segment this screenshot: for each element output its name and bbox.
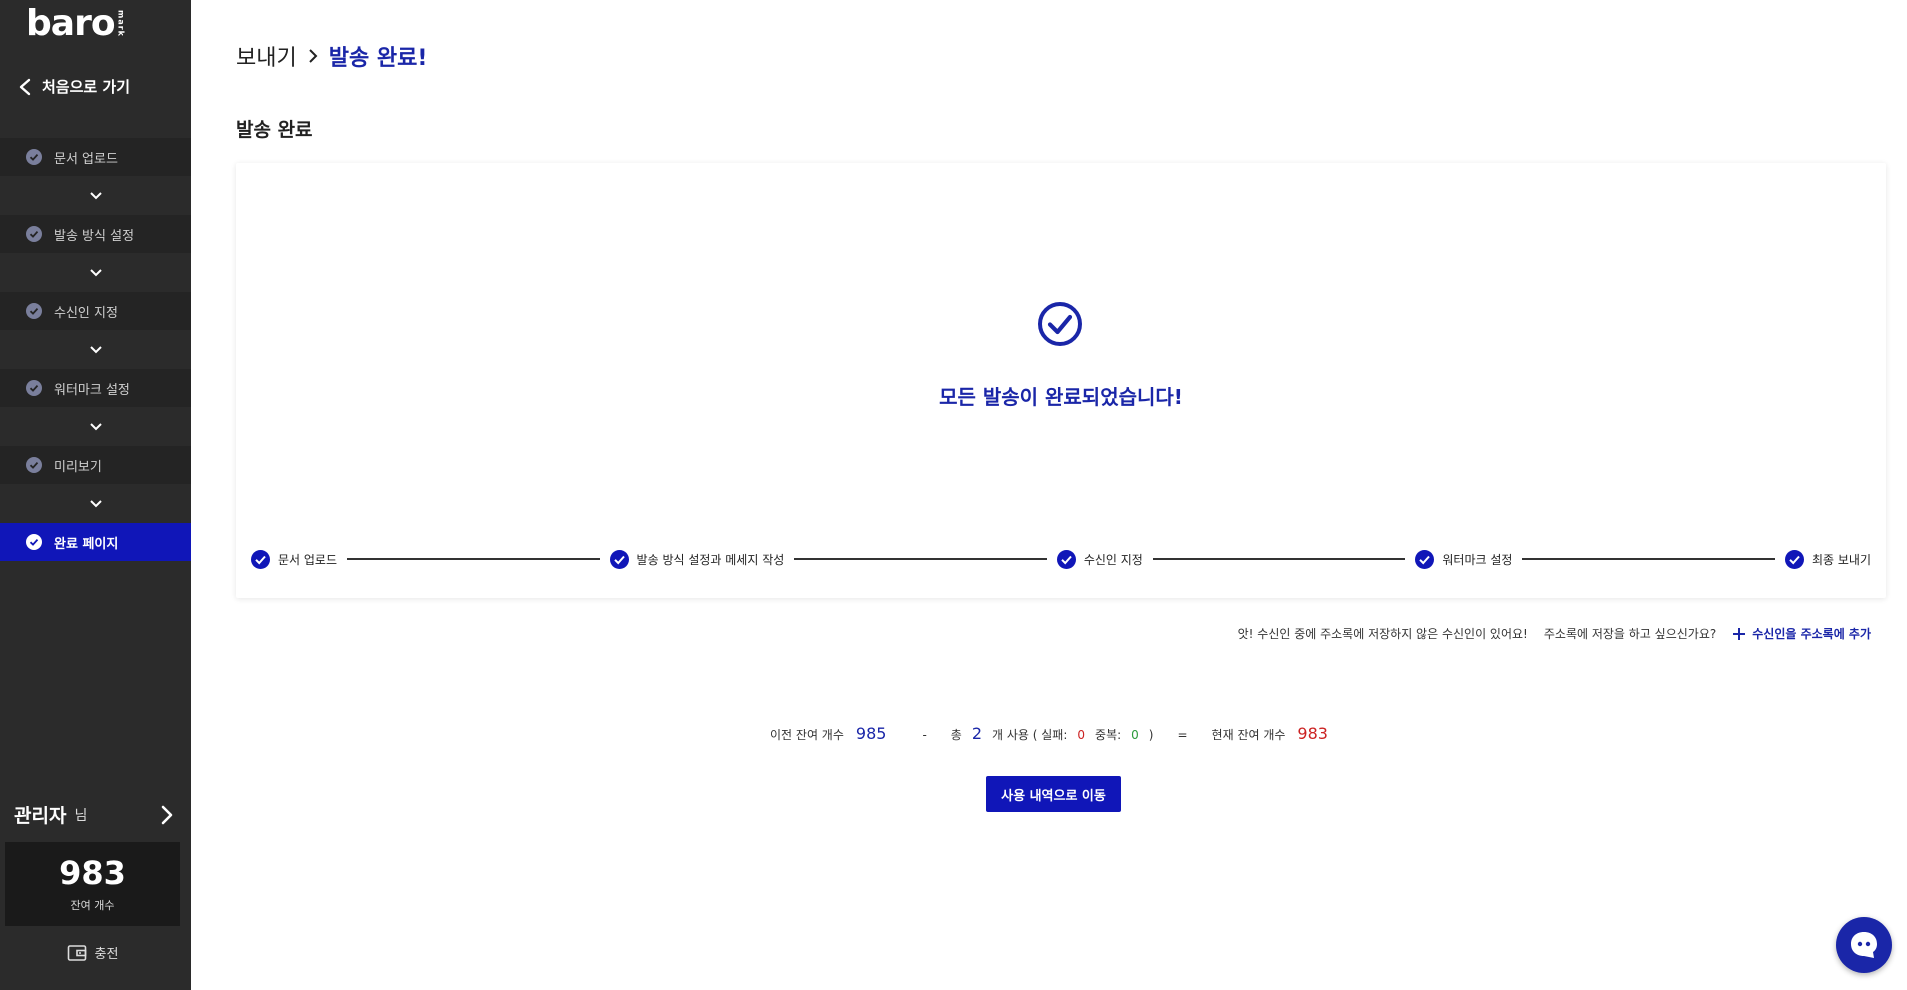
check-circle-icon [1056, 549, 1076, 569]
progress-step: 수신인 지정 [1056, 549, 1143, 569]
wallet-icon [67, 944, 86, 961]
check-circle-icon [26, 149, 42, 165]
duplicate-count: 0 [1131, 728, 1139, 742]
sidebar-step-watermark[interactable]: 워터마크 설정 [0, 369, 191, 407]
sidebar-step-recipients[interactable]: 수신인 지정 [0, 292, 191, 330]
total-used-value: 2 [971, 724, 983, 743]
step-connector [0, 330, 191, 369]
logo-text: baro [26, 3, 116, 44]
main-content: 보내기 발송 완료! 발송 완료 모든 발송이 완료되었습니다! 문서 업로드 … [191, 0, 1907, 990]
breadcrumb-current: 발송 완료! [328, 46, 428, 71]
back-label: 처음으로 가기 [42, 78, 131, 96]
sidebar-step-label: 문서 업로드 [54, 151, 118, 167]
progress-step: 최종 보내기 [1784, 549, 1871, 569]
check-circle-icon [1038, 302, 1082, 346]
charge-button[interactable]: 충전 [0, 943, 185, 962]
progress-line [1522, 558, 1775, 560]
step-connector [0, 484, 191, 523]
sidebar-step-upload[interactable]: 문서 업로드 [0, 138, 191, 176]
balance-label: 잔여 개수 [70, 899, 115, 912]
current-balance-value: 983 [1297, 724, 1328, 743]
plus-icon [1733, 627, 1746, 640]
progress-step: 발송 방식 설정과 메세지 작성 [609, 549, 785, 569]
notice-question: 주소록에 저장을 하고 싶으신가요? [1543, 627, 1717, 641]
add-to-contacts-label: 수신인을 주소록에 추가 [1752, 627, 1871, 641]
back-to-start-link[interactable]: 처음으로 가기 [18, 76, 130, 97]
progress-step: 워터마크 설정 [1415, 549, 1513, 569]
step-connector [0, 407, 191, 446]
chevron-right-icon [161, 805, 173, 824]
logo-subtext: mark [116, 10, 126, 37]
equals-sign: = [1177, 728, 1188, 742]
chat-bubble-icon [1851, 932, 1877, 958]
usage-history-button[interactable]: 사용 내역으로 이동 [986, 776, 1121, 812]
chevron-down-icon [89, 499, 102, 507]
section-title: 발송 완료 [236, 119, 313, 141]
progress-step-label: 문서 업로드 [278, 552, 338, 567]
completion-card: 모든 발송이 완료되었습니다! 문서 업로드 발송 방식 설정과 메세지 작성 … [236, 163, 1886, 598]
duplicate-label: 중복: [1095, 728, 1122, 742]
current-balance-label: 현재 잔여 개수 [1211, 728, 1286, 742]
user-suffix: 님 [74, 807, 88, 824]
balance-count: 983 [59, 854, 126, 892]
close-paren: ) [1148, 728, 1154, 742]
progress-step-label: 최종 보내기 [1811, 552, 1871, 567]
sidebar-step-label: 수신인 지정 [54, 305, 118, 321]
check-circle-icon [609, 549, 629, 569]
completion-message: 모든 발송이 완료되었습니다! [939, 385, 1183, 409]
add-to-contacts-button[interactable]: 수신인을 주소록에 추가 [1732, 625, 1871, 642]
chevron-down-icon [89, 268, 102, 276]
check-circle-icon [26, 226, 42, 242]
sidebar-step-label: 미리보기 [54, 459, 102, 475]
check-circle-icon [26, 534, 42, 550]
total-label: 총 [950, 728, 962, 742]
check-circle-icon [26, 380, 42, 396]
sidebar-step-complete[interactable]: 완료 페이지 [0, 523, 191, 561]
used-label: 개 사용 ( 실패: [992, 728, 1068, 742]
progress-line [347, 558, 600, 560]
minus-sign: - [922, 728, 927, 742]
breadcrumb: 보내기 발송 완료! [236, 40, 427, 72]
user-profile-link[interactable]: 관리자 님 [14, 801, 174, 828]
fail-count: 0 [1077, 728, 1086, 742]
user-name: 관리자 [14, 805, 67, 827]
usage-summary: 이전 잔여 개수 985 - 총 2 개 사용 ( 실패: 0 중복: 0 ) … [191, 724, 1907, 743]
check-circle-icon [1415, 549, 1435, 569]
progress-steps: 문서 업로드 발송 방식 설정과 메세지 작성 수신인 지정 워터마크 설정 최… [251, 549, 1871, 569]
progress-line [794, 558, 1047, 560]
logo[interactable]: baro mark [26, 4, 126, 44]
sidebar-step-label: 워터마크 설정 [54, 382, 130, 398]
address-book-notice: 앗! 수신인 중에 주소록에 저장하지 않은 수신인이 있어요! 주소록에 저장… [1238, 625, 1871, 642]
sidebar-step-preview[interactable]: 미리보기 [0, 446, 191, 484]
check-circle-icon [26, 303, 42, 319]
sidebar-step-label: 완료 페이지 [54, 536, 119, 552]
breadcrumb-send[interactable]: 보내기 [236, 40, 297, 72]
progress-step: 문서 업로드 [251, 549, 338, 569]
chevron-down-icon [89, 422, 102, 430]
check-circle-icon [26, 457, 42, 473]
sidebar-step-send-method[interactable]: 발송 방식 설정 [0, 215, 191, 253]
prev-balance-value: 985 [855, 724, 887, 743]
step-list: 문서 업로드 발송 방식 설정 수신인 지정 워터마크 설정 미리보기 완료 페… [0, 138, 191, 561]
progress-step-label: 발송 방식 설정과 메세지 작성 [636, 552, 785, 567]
notice-text: 앗! 수신인 중에 주소록에 저장하지 않은 수신인이 있어요! [1237, 627, 1528, 641]
chevron-left-icon [19, 78, 31, 95]
chevron-right-icon [309, 49, 318, 63]
sidebar-step-label: 발송 방식 설정 [54, 228, 135, 244]
chevron-down-icon [89, 345, 102, 353]
step-connector [0, 176, 191, 215]
charge-label: 충전 [94, 947, 119, 962]
sidebar: baro mark 처음으로 가기 문서 업로드 발송 방식 설정 수신인 지정… [0, 0, 191, 990]
balance-box: 983 잔여 개수 [5, 842, 180, 926]
progress-line [1152, 558, 1406, 560]
chat-support-button[interactable] [1836, 917, 1892, 973]
chevron-down-icon [89, 191, 102, 199]
check-circle-icon [251, 549, 270, 569]
prev-balance-label: 이전 잔여 개수 [770, 728, 844, 742]
progress-step-label: 워터마크 설정 [1442, 552, 1513, 567]
progress-step-label: 수신인 지정 [1083, 552, 1143, 567]
check-circle-icon [1784, 549, 1804, 569]
step-connector [0, 253, 191, 292]
